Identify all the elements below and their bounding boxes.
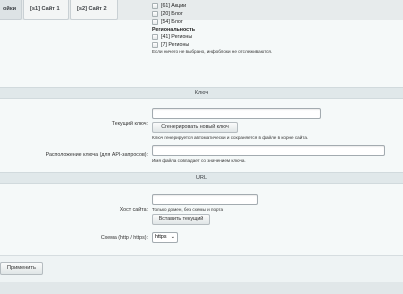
scheme-select[interactable]: https ⌄ [152,232,178,243]
tab-bar: ойки [s1] Сайт 1 [s2] Сайт 2 [0,0,403,20]
iblock-hint: Если ничего не выбрано, инфоблоки не отс… [152,49,273,54]
tab-site-1[interactable]: [s1] Сайт 1 [23,0,69,20]
scheme-label: Схема (http / https): [100,235,148,241]
generate-key-button[interactable]: Сгенерировать новый ключ [152,122,238,133]
iblock-item-blog-20[interactable]: [20] Блог [152,10,183,17]
form-footer [0,255,403,282]
checkbox[interactable] [152,2,158,9]
key-location-label: Расположение ключа (для API-запросов): [45,152,148,158]
key-location-hint: Имя файла совпадает со значением ключа. [152,158,246,163]
apply-button[interactable]: Применить [0,262,43,275]
host-field[interactable] [152,194,258,205]
key-location-field[interactable] [152,145,385,156]
section-header-key: Ключ [0,87,403,99]
iblock-item-regions-7[interactable]: [7] Регионы [152,41,189,48]
chevron-down-icon: ⌄ [170,234,175,240]
tab-settings[interactable]: ойки [0,0,22,20]
iblock-item-promotions[interactable]: [61] Акции [152,2,186,9]
current-key-field[interactable] [152,108,321,119]
host-label: Хост сайта: [119,207,148,213]
tab-site-2[interactable]: [s2] Сайт 2 [70,0,118,20]
checkbox[interactable] [152,10,158,17]
iblock-item-blog-54[interactable]: [54] Блог [152,18,183,25]
checkbox[interactable] [152,41,158,48]
current-key-label: Текущий ключ: [111,121,148,127]
bottom-strip [0,282,403,294]
checkbox[interactable] [152,18,158,25]
host-hint: Только домен, без схемы и порта [152,207,224,212]
insert-current-button[interactable]: Вставить текущий [152,214,210,225]
iblock-item-regions-41[interactable]: [41] Регионы [152,33,192,40]
generate-key-hint: Ключ генерируется автоматически и сохран… [152,135,309,140]
section-header-url: URL [0,172,403,184]
checkbox[interactable] [152,33,158,40]
